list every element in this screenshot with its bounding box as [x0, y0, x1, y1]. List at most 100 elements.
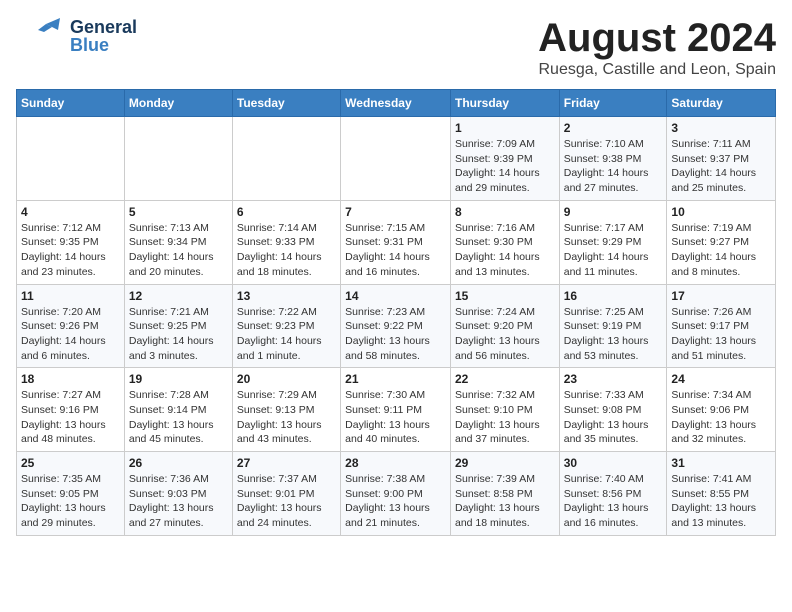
calendar-title: August 2024 — [538, 16, 776, 61]
calendar-week-row: 25 Sunrise: 7:35 AM Sunset: 9:05 PM Dayli… — [17, 452, 776, 536]
day-number: 18 — [21, 372, 120, 386]
day-info: Sunrise: 7:36 AM Sunset: 9:03 PM Dayligh… — [129, 472, 228, 531]
page-header: GeneralBlue August 2024 Ruesga, Castille… — [16, 16, 776, 79]
table-row — [232, 117, 340, 201]
day-number: 17 — [671, 289, 771, 303]
day-info: Sunrise: 7:24 AM Sunset: 9:20 PM Dayligh… — [455, 305, 555, 364]
table-row — [17, 117, 125, 201]
col-tuesday: Tuesday — [232, 90, 340, 117]
logo: GeneralBlue — [16, 16, 137, 56]
day-number: 14 — [345, 289, 446, 303]
day-info: Sunrise: 7:16 AM Sunset: 9:30 PM Dayligh… — [455, 221, 555, 280]
table-row: 25 Sunrise: 7:35 AM Sunset: 9:05 PM Dayli… — [17, 452, 125, 536]
calendar-table: Sunday Monday Tuesday Wednesday Thursday… — [16, 89, 776, 536]
day-number: 6 — [237, 205, 336, 219]
table-row: 3 Sunrise: 7:11 AM Sunset: 9:37 PM Daylig… — [667, 117, 776, 201]
table-row: 2 Sunrise: 7:10 AM Sunset: 9:38 PM Daylig… — [559, 117, 667, 201]
table-row — [124, 117, 232, 201]
day-info: Sunrise: 7:09 AM Sunset: 9:39 PM Dayligh… — [455, 137, 555, 196]
calendar-subtitle: Ruesga, Castille and Leon, Spain — [538, 61, 776, 79]
table-row: 14 Sunrise: 7:23 AM Sunset: 9:22 PM Dayli… — [341, 284, 451, 368]
day-info: Sunrise: 7:23 AM Sunset: 9:22 PM Dayligh… — [345, 305, 446, 364]
day-number: 22 — [455, 372, 555, 386]
day-info: Sunrise: 7:27 AM Sunset: 9:16 PM Dayligh… — [21, 388, 120, 447]
day-info: Sunrise: 7:22 AM Sunset: 9:23 PM Dayligh… — [237, 305, 336, 364]
day-number: 29 — [455, 456, 555, 470]
table-row: 27 Sunrise: 7:37 AM Sunset: 9:01 PM Dayli… — [232, 452, 340, 536]
col-sunday: Sunday — [17, 90, 125, 117]
day-number: 16 — [564, 289, 663, 303]
day-info: Sunrise: 7:15 AM Sunset: 9:31 PM Dayligh… — [345, 221, 446, 280]
table-row: 17 Sunrise: 7:26 AM Sunset: 9:17 PM Dayli… — [667, 284, 776, 368]
day-info: Sunrise: 7:29 AM Sunset: 9:13 PM Dayligh… — [237, 388, 336, 447]
table-row: 22 Sunrise: 7:32 AM Sunset: 9:10 PM Dayli… — [450, 368, 559, 452]
table-row: 24Sunrise: 7:34 AM Sunset: 9:06 PM Dayli… — [667, 368, 776, 452]
table-row: 19Sunrise: 7:28 AM Sunset: 9:14 PM Dayli… — [124, 368, 232, 452]
logo-bird-icon — [16, 16, 66, 56]
day-info: Sunrise: 7:19 AM Sunset: 9:27 PM Dayligh… — [671, 221, 771, 280]
calendar-week-row: 18 Sunrise: 7:27 AM Sunset: 9:16 PM Dayli… — [17, 368, 776, 452]
day-info: Sunrise: 7:26 AM Sunset: 9:17 PM Dayligh… — [671, 305, 771, 364]
day-number: 31 — [671, 456, 771, 470]
day-number: 25 — [21, 456, 120, 470]
day-info: Sunrise: 7:11 AM Sunset: 9:37 PM Dayligh… — [671, 137, 771, 196]
table-row: 13Sunrise: 7:22 AM Sunset: 9:23 PM Dayli… — [232, 284, 340, 368]
col-thursday: Thursday — [450, 90, 559, 117]
day-number: 9 — [564, 205, 663, 219]
table-row: 15 Sunrise: 7:24 AM Sunset: 9:20 PM Dayli… — [450, 284, 559, 368]
col-wednesday: Wednesday — [341, 90, 451, 117]
day-number: 11 — [21, 289, 120, 303]
day-number: 23 — [564, 372, 663, 386]
table-row: 18 Sunrise: 7:27 AM Sunset: 9:16 PM Dayli… — [17, 368, 125, 452]
table-row: 8 Sunrise: 7:16 AM Sunset: 9:30 PM Daylig… — [450, 200, 559, 284]
day-number: 21 — [345, 372, 446, 386]
col-saturday: Saturday — [667, 90, 776, 117]
table-row: 21 Sunrise: 7:30 AM Sunset: 9:11 PM Dayli… — [341, 368, 451, 452]
day-info: Sunrise: 7:35 AM Sunset: 9:05 PM Dayligh… — [21, 472, 120, 531]
table-row: 31 Sunrise: 7:41 AM Sunset: 8:55 PM Dayli… — [667, 452, 776, 536]
day-info: Sunrise: 7:13 AM Sunset: 9:34 PM Dayligh… — [129, 221, 228, 280]
day-number: 10 — [671, 205, 771, 219]
logo-general-text: General — [70, 18, 137, 36]
calendar-header-row: Sunday Monday Tuesday Wednesday Thursday… — [17, 90, 776, 117]
table-row: 10 Sunrise: 7:19 AM Sunset: 9:27 PM Dayli… — [667, 200, 776, 284]
day-number: 15 — [455, 289, 555, 303]
day-info: Sunrise: 7:40 AM Sunset: 8:56 PM Dayligh… — [564, 472, 663, 531]
day-number: 8 — [455, 205, 555, 219]
table-row: 12Sunrise: 7:21 AM Sunset: 9:25 PM Dayli… — [124, 284, 232, 368]
day-info: Sunrise: 7:37 AM Sunset: 9:01 PM Dayligh… — [237, 472, 336, 531]
title-area: August 2024 Ruesga, Castille and Leon, S… — [538, 16, 776, 79]
day-info: Sunrise: 7:32 AM Sunset: 9:10 PM Dayligh… — [455, 388, 555, 447]
table-row: 1Sunrise: 7:09 AM Sunset: 9:39 PM Daylig… — [450, 117, 559, 201]
calendar-week-row: 11 Sunrise: 7:20 AM Sunset: 9:26 PM Dayli… — [17, 284, 776, 368]
table-row: 6Sunrise: 7:14 AM Sunset: 9:33 PM Daylig… — [232, 200, 340, 284]
day-number: 26 — [129, 456, 228, 470]
table-row: 7Sunrise: 7:15 AM Sunset: 9:31 PM Daylig… — [341, 200, 451, 284]
day-info: Sunrise: 7:20 AM Sunset: 9:26 PM Dayligh… — [21, 305, 120, 364]
day-number: 3 — [671, 121, 771, 135]
table-row: 9Sunrise: 7:17 AM Sunset: 9:29 PM Daylig… — [559, 200, 667, 284]
calendar-week-row: 4 Sunrise: 7:12 AM Sunset: 9:35 PM Daylig… — [17, 200, 776, 284]
day-number: 12 — [129, 289, 228, 303]
table-row — [341, 117, 451, 201]
day-info: Sunrise: 7:30 AM Sunset: 9:11 PM Dayligh… — [345, 388, 446, 447]
table-row: 29 Sunrise: 7:39 AM Sunset: 8:58 PM Dayli… — [450, 452, 559, 536]
day-number: 27 — [237, 456, 336, 470]
day-number: 30 — [564, 456, 663, 470]
col-monday: Monday — [124, 90, 232, 117]
day-info: Sunrise: 7:12 AM Sunset: 9:35 PM Dayligh… — [21, 221, 120, 280]
table-row: 4 Sunrise: 7:12 AM Sunset: 9:35 PM Daylig… — [17, 200, 125, 284]
day-number: 5 — [129, 205, 228, 219]
day-info: Sunrise: 7:38 AM Sunset: 9:00 PM Dayligh… — [345, 472, 446, 531]
table-row: 16Sunrise: 7:25 AM Sunset: 9:19 PM Dayli… — [559, 284, 667, 368]
day-number: 24 — [671, 372, 771, 386]
table-row: 28 Sunrise: 7:38 AM Sunset: 9:00 PM Dayli… — [341, 452, 451, 536]
day-info: Sunrise: 7:41 AM Sunset: 8:55 PM Dayligh… — [671, 472, 771, 531]
day-number: 2 — [564, 121, 663, 135]
table-row: 5 Sunrise: 7:13 AM Sunset: 9:34 PM Daylig… — [124, 200, 232, 284]
day-number: 28 — [345, 456, 446, 470]
day-info: Sunrise: 7:10 AM Sunset: 9:38 PM Dayligh… — [564, 137, 663, 196]
day-number: 4 — [21, 205, 120, 219]
day-info: Sunrise: 7:39 AM Sunset: 8:58 PM Dayligh… — [455, 472, 555, 531]
calendar-week-row: 1Sunrise: 7:09 AM Sunset: 9:39 PM Daylig… — [17, 117, 776, 201]
